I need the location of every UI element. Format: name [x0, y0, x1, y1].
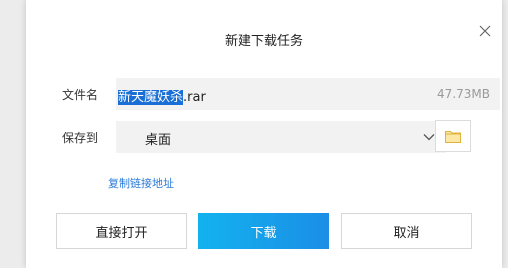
save-location-dropdown[interactable]: 桌面	[116, 121, 446, 153]
chevron-down-icon	[423, 134, 435, 141]
file-name-label: 文件名	[62, 88, 99, 102]
folder-icon	[445, 130, 461, 143]
open-directly-button[interactable]: 直接打开	[56, 213, 187, 249]
close-button[interactable]	[476, 22, 494, 40]
cancel-button[interactable]: 取消	[341, 213, 472, 249]
file-size: 47.73MB	[437, 87, 490, 101]
file-name-field[interactable]: 新天魔妖杀.rar 47.73MB	[116, 78, 500, 110]
file-name-extension: .rar	[183, 90, 206, 105]
file-name-selected: 新天魔妖杀	[118, 90, 184, 105]
save-to-label: 保存到	[62, 131, 99, 145]
download-button[interactable]: 下载	[198, 213, 329, 249]
dialog-title: 新建下载任务	[224, 34, 303, 49]
save-location-value: 桌面	[145, 133, 172, 148]
file-name-text[interactable]: 新天魔妖杀.rar	[118, 86, 206, 105]
close-icon	[479, 25, 491, 37]
new-download-dialog: 新建下载任务 文件名 新天魔妖杀.rar 47.73MB 保存到 桌面 复制链接…	[26, 0, 502, 268]
browse-folder-button[interactable]	[435, 120, 471, 152]
copy-link-address[interactable]: 复制链接地址	[108, 175, 174, 191]
